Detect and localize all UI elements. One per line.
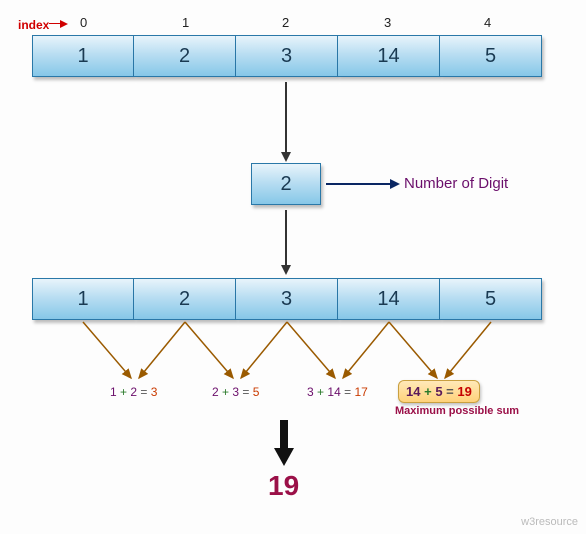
- index-arrow-head: [60, 20, 68, 28]
- result-value: 19: [268, 470, 299, 502]
- sum-2: 3 + 14 = 17: [307, 385, 368, 399]
- watermark: w3resource: [521, 516, 578, 528]
- index-0: 0: [80, 15, 87, 30]
- top-cell-2: 3: [236, 35, 338, 77]
- arrow-top-to-digit: [285, 82, 287, 152]
- bottom-cell-1: 2: [134, 278, 236, 320]
- top-array: 1 2 3 14 5: [32, 35, 542, 77]
- digit-label: Number of Digit: [404, 175, 508, 192]
- sum-0: 1 + 2 = 3: [110, 385, 157, 399]
- top-cell-4: 5: [440, 35, 542, 77]
- bottom-cell-3: 14: [338, 278, 440, 320]
- arrow-top-to-digit-head: [281, 152, 291, 162]
- index-2: 2: [282, 15, 289, 30]
- bottom-cell-0: 1: [32, 278, 134, 320]
- arrow-digit-to-bottom-head: [281, 265, 291, 275]
- digit-arrow-line: [326, 183, 390, 185]
- max-label: Maximum possible sum: [395, 405, 519, 417]
- arrow-digit-to-bottom: [285, 210, 287, 265]
- index-arrow-line: [49, 23, 61, 24]
- max-sum-badge: 14 + 5 = 19: [398, 380, 480, 403]
- digit-arrow-head: [390, 179, 400, 189]
- index-4: 4: [484, 15, 491, 30]
- sum-1: 2 + 3 = 5: [212, 385, 259, 399]
- index-3: 3: [384, 15, 391, 30]
- bottom-array: 1 2 3 14 5: [32, 278, 542, 320]
- bottom-cell-2: 3: [236, 278, 338, 320]
- result-arrow-stem: [280, 420, 288, 448]
- top-cell-0: 1: [32, 35, 134, 77]
- top-cell-1: 2: [134, 35, 236, 77]
- index-1: 1: [182, 15, 189, 30]
- index-label: index: [18, 18, 49, 32]
- top-cell-3: 14: [338, 35, 440, 77]
- result-arrow-head: [274, 448, 294, 466]
- bottom-cell-4: 5: [440, 278, 542, 320]
- digit-box: 2: [251, 163, 321, 205]
